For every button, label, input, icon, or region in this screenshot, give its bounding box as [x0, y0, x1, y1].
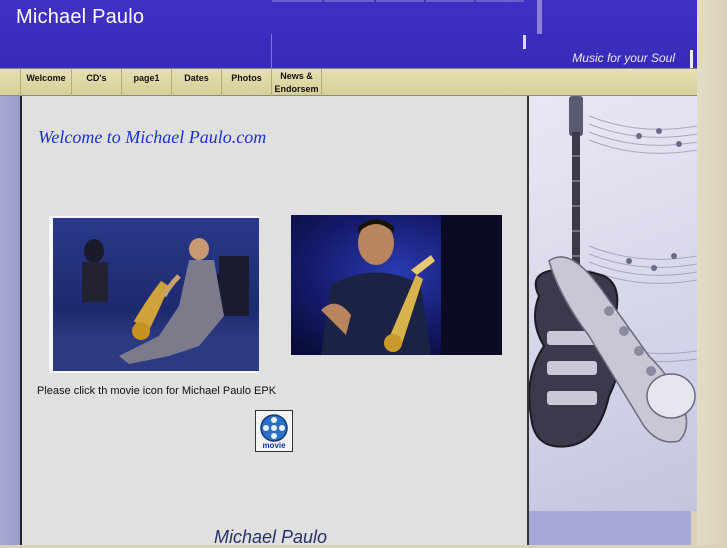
header-accent-line [271, 34, 272, 68]
header-divider-segment [376, 0, 424, 2]
epk-caption: Please click th movie icon for Michael P… [37, 385, 277, 397]
nav-item-photos[interactable]: Photos [222, 69, 272, 96]
concert-photo-portrait-art [291, 215, 502, 355]
nav-item-page1[interactable]: page1 [122, 69, 172, 96]
side-guitar-sax-art [529, 96, 697, 511]
welcome-heading: Welcome to Michael Paulo.com [38, 127, 267, 147]
left-decor-strip [0, 96, 20, 545]
right-page-edge [697, 0, 727, 545]
concert-photo-portrait [291, 215, 502, 355]
movie-epk-button[interactable]: movie [255, 410, 293, 452]
site-header: Michael Paulo Music for your Soul [0, 0, 697, 68]
side-bottom-block [529, 511, 691, 545]
header-accent-tick [523, 35, 526, 49]
concert-photo-stage [49, 216, 259, 373]
nav-item-news-endorsements[interactable]: News & Endorsem [272, 69, 322, 96]
nav-item-dates[interactable]: Dates [172, 69, 222, 96]
concert-photo-stage-art [53, 218, 259, 371]
header-accent-tick [690, 50, 693, 68]
header-divider-segment [426, 0, 474, 2]
guitar-sax-illustration [529, 96, 697, 448]
header-accent-bar [537, 0, 542, 34]
nav-item-welcome[interactable]: Welcome [20, 69, 72, 96]
main-nav: Welcome CD's page1 Dates Photos News & E… [0, 68, 697, 96]
header-divider-segment [324, 0, 374, 2]
site-tagline: Music for your Soul [572, 51, 675, 65]
nav-item-cds[interactable]: CD's [72, 69, 122, 96]
header-divider-segment [476, 0, 524, 2]
film-reel-icon [260, 414, 288, 442]
site-title: Michael Paulo [16, 6, 145, 28]
movie-icon-label: movie [262, 441, 286, 450]
header-divider-segment [272, 0, 322, 2]
